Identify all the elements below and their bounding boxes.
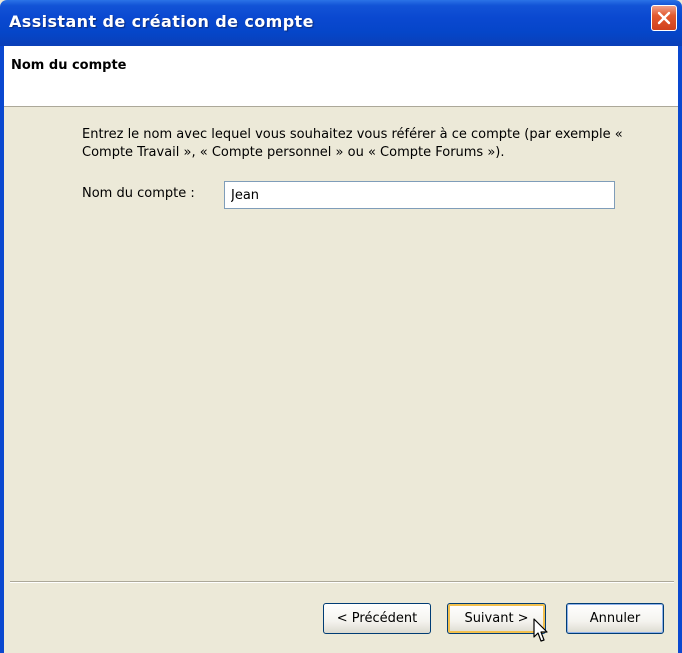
wizard-header: Nom du compte: [0, 46, 682, 107]
previous-button[interactable]: < Précédent: [323, 603, 431, 634]
window-frame-right: [678, 46, 682, 653]
window-frame-left: [0, 46, 4, 653]
title-bar[interactable]: Assistant de création de compte: [0, 0, 682, 46]
account-name-input[interactable]: [224, 181, 615, 209]
account-wizard-window: Assistant de création de compte Nom du c…: [0, 0, 682, 653]
mouse-pointer-icon: [533, 618, 548, 642]
page-title: Nom du compte: [11, 58, 127, 73]
button-separator: [10, 581, 674, 583]
instructions-text: Entrez le nom avec lequel vous souhaitez…: [82, 127, 623, 160]
account-name-label: Nom du compte :: [82, 186, 195, 201]
cancel-button[interactable]: Annuler: [566, 603, 664, 634]
close-button[interactable]: [651, 5, 677, 31]
window-title: Assistant de création de compte: [9, 12, 314, 31]
next-button[interactable]: Suivant >: [447, 603, 546, 634]
close-icon: [657, 11, 671, 25]
